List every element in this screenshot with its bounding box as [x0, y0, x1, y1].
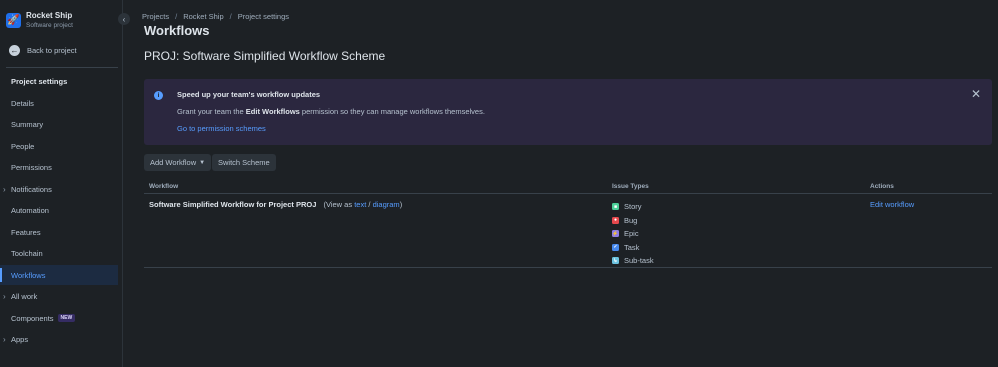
sidebar-item-label: All work [11, 291, 38, 301]
story-icon: ■ [612, 203, 619, 211]
sidebar-item-automation[interactable]: Automation [0, 200, 118, 220]
sidebar-item-features[interactable]: Features [0, 222, 118, 242]
list-item: ↳ Sub-task [612, 256, 654, 266]
sidebar-item-label: Components [11, 313, 54, 323]
column-header-actions: Actions [870, 183, 894, 190]
banner-title: Speed up your team's workflow updates [177, 90, 321, 99]
table-row: Software Simplified Workflow for Project… [144, 194, 992, 268]
sidebar-item-workflows[interactable]: Workflows [0, 265, 118, 285]
list-item: ⚡ Epic [612, 229, 639, 239]
back-to-project-link[interactable]: ← Back to project [9, 45, 77, 56]
subtask-icon: ↳ [612, 257, 619, 265]
sidebar-item-details[interactable]: Details [0, 93, 118, 113]
project-header[interactable]: 🚀 Rocket Ship Software project [6, 11, 73, 30]
project-type: Software project [26, 22, 73, 29]
sidebar-item-notifications[interactable]: › Notifications [0, 179, 118, 199]
page-title: Workflows [144, 23, 210, 38]
chevron-right-icon[interactable]: › [3, 292, 6, 301]
main-content: Projects / Rocket Ship / Project setting… [123, 0, 998, 367]
sidebar-item-label: Summary [11, 119, 44, 129]
sidebar-item-components[interactable]: Components NEW [0, 308, 118, 328]
sidebar-item-label: Workflows [11, 270, 46, 280]
project-name: Rocket Ship [26, 11, 73, 20]
sidebar-section-title: Project settings [11, 77, 68, 86]
edit-workflow-link[interactable]: Edit workflow [870, 200, 914, 209]
breadcrumb-projects[interactable]: Projects [142, 12, 169, 21]
sidebar-item-all-work[interactable]: › All work [0, 286, 118, 306]
breadcrumb-project[interactable]: Rocket Ship [183, 12, 223, 21]
sidebar-item-label: Apps [11, 334, 29, 344]
add-workflow-button[interactable]: Add Workflow ▼ [144, 154, 212, 171]
sidebar: 🚀 Rocket Ship Software project ← Back to… [0, 0, 123, 367]
bug-icon: ● [612, 216, 619, 224]
banner-bold-permission: Edit Workflows [245, 107, 300, 116]
breadcrumb-settings[interactable]: Project settings [238, 12, 289, 21]
back-to-project-label: Back to project [27, 46, 77, 55]
sidebar-item-label: People [11, 141, 35, 151]
info-banner: i Speed up your team's workflow updates … [144, 79, 992, 145]
arrow-left-icon: ← [9, 45, 20, 56]
breadcrumb-separator: / [229, 12, 232, 21]
table-header: Workflow Issue Types Actions [144, 181, 992, 194]
sidebar-item-permissions[interactable]: Permissions [0, 157, 118, 177]
switch-scheme-button[interactable]: Switch Scheme [212, 154, 276, 171]
workflow-name-cell: Software Simplified Workflow for Project… [149, 200, 403, 209]
list-item: ✓ Task [612, 242, 640, 252]
banner-text: Grant your team the Edit Workflows permi… [177, 107, 485, 116]
chevron-down-icon: ▼ [199, 159, 206, 166]
sidebar-divider [6, 67, 118, 68]
info-icon: i [154, 91, 163, 100]
list-item: ● Bug [612, 215, 638, 225]
breadcrumb: Projects / Rocket Ship / Project setting… [142, 12, 289, 21]
sidebar-item-apps[interactable]: › Apps [0, 329, 118, 349]
close-icon[interactable]: ✕ [971, 87, 981, 101]
sidebar-item-label: Features [11, 227, 41, 237]
view-as-diagram-link[interactable]: diagram [373, 200, 400, 209]
column-header-workflow: Workflow [149, 183, 179, 190]
issue-types-list: ■ Story ● Bug ⚡ Epic ✓ Task ↳ Sub-task [612, 200, 654, 268]
sidebar-item-label: Permissions [11, 162, 52, 172]
sidebar-item-label: Automation [11, 205, 49, 215]
chevron-right-icon[interactable]: › [3, 185, 6, 194]
sidebar-item-label: Toolchain [11, 248, 43, 258]
view-as-text-link[interactable]: text [354, 200, 366, 209]
collapse-sidebar-button[interactable]: ‹ [118, 13, 130, 25]
epic-icon: ⚡ [612, 230, 619, 238]
sidebar-item-people[interactable]: People [0, 136, 118, 156]
chevron-right-icon[interactable]: › [3, 335, 6, 344]
sidebar-item-summary[interactable]: Summary [0, 114, 118, 134]
rocket-icon: 🚀 [6, 13, 21, 28]
list-item: ■ Story [612, 202, 642, 212]
task-icon: ✓ [612, 243, 619, 251]
scheme-title: PROJ: Software Simplified Workflow Schem… [144, 49, 386, 63]
workflow-name: Software Simplified Workflow for Project… [149, 200, 317, 209]
sidebar-item-label: Notifications [11, 184, 52, 194]
permission-schemes-link[interactable]: Go to permission schemes [177, 124, 266, 133]
chevron-left-icon: ‹ [122, 14, 126, 24]
sidebar-item-label: Details [11, 98, 34, 108]
sidebar-item-toolchain[interactable]: Toolchain [0, 243, 118, 263]
new-badge: NEW [57, 314, 76, 322]
column-header-issue-types: Issue Types [612, 183, 649, 190]
breadcrumb-separator: / [175, 12, 178, 21]
